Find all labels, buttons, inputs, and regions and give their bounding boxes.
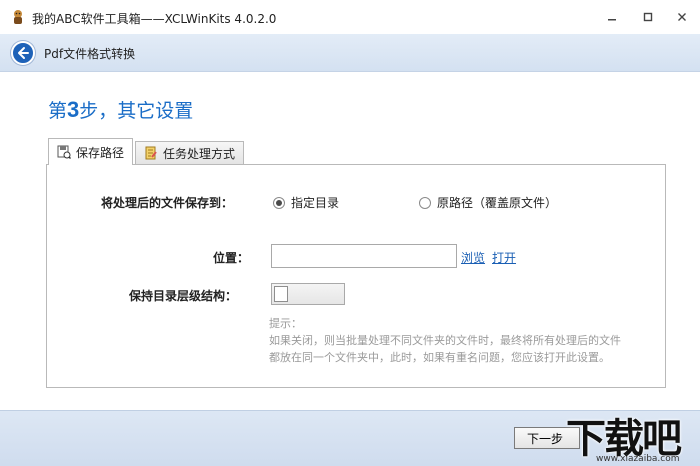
toggle-knob[interactable]: [274, 286, 288, 302]
app-logo-icon: [10, 9, 26, 25]
page-title: Pdf文件格式转换: [44, 47, 136, 61]
radio-label: 指定目录: [291, 196, 340, 210]
window-title: 我的ABC软件工具箱——XCLWinKits 4.0.2.0: [32, 12, 277, 26]
watermark-url: www.xiazaiba.com: [596, 454, 680, 464]
keep-structure-toggle[interactable]: [271, 283, 345, 305]
close-icon: [678, 13, 686, 21]
main-content: 第3步，其它设置 保存路径 任务处理方式 将处理后的文件保存到： 指定目录 原路…: [20, 72, 696, 410]
page-header: Pdf文件格式转换: [0, 34, 700, 72]
hint-title: 提示：: [269, 317, 302, 330]
minimize-icon: [608, 19, 616, 21]
step-title: 第3步，其它设置: [48, 96, 193, 123]
radio-specified-dir[interactable]: 指定目录: [273, 194, 339, 211]
location-input[interactable]: [271, 244, 457, 268]
radio-original-path[interactable]: 原路径（覆盖原文件）: [419, 194, 557, 211]
open-link[interactable]: 打开: [492, 249, 516, 266]
tab-label: 保存路径: [76, 145, 125, 160]
keep-structure-label: 保持目录层级结构：: [129, 289, 238, 303]
minimize-button[interactable]: [598, 6, 626, 28]
tab-label: 任务处理方式: [163, 146, 236, 161]
settings-panel: 将处理后的文件保存到： 指定目录 原路径（覆盖原文件） 位置： 浏览 打开 保持…: [46, 164, 666, 388]
step-number: 3: [67, 97, 80, 122]
location-label: 位置：: [213, 251, 250, 265]
task-mode-icon: [145, 146, 157, 160]
save-to-label: 将处理后的文件保存到：: [101, 196, 234, 210]
radio-unselected-icon: [419, 196, 431, 209]
maximize-button[interactable]: [634, 6, 662, 28]
tab-save-path[interactable]: 保存路径: [48, 138, 134, 165]
hint-line-2: 都放在同一个文件夹中，此时，如果有重名问题，您应该打开此设置。: [269, 351, 610, 364]
back-arrow-icon: [18, 47, 29, 59]
hint-line-1: 如果关闭，则当批量处理不同文件夹的文件时，最终将所有处理后的文件: [269, 334, 621, 347]
tab-task-mode[interactable]: 任务处理方式: [135, 141, 245, 164]
title-bar: 我的ABC软件工具箱——XCLWinKits 4.0.2.0: [0, 0, 700, 34]
maximize-icon: [643, 12, 653, 22]
save-path-icon: [57, 145, 71, 159]
close-button[interactable]: [668, 6, 696, 28]
radio-selected-icon: [273, 196, 285, 209]
back-button[interactable]: [11, 41, 35, 65]
step-suffix: 步，其它设置: [79, 100, 194, 122]
step-prefix: 第: [48, 100, 68, 122]
radio-label: 原路径（覆盖原文件）: [437, 196, 558, 210]
browse-link[interactable]: 浏览: [461, 249, 485, 266]
